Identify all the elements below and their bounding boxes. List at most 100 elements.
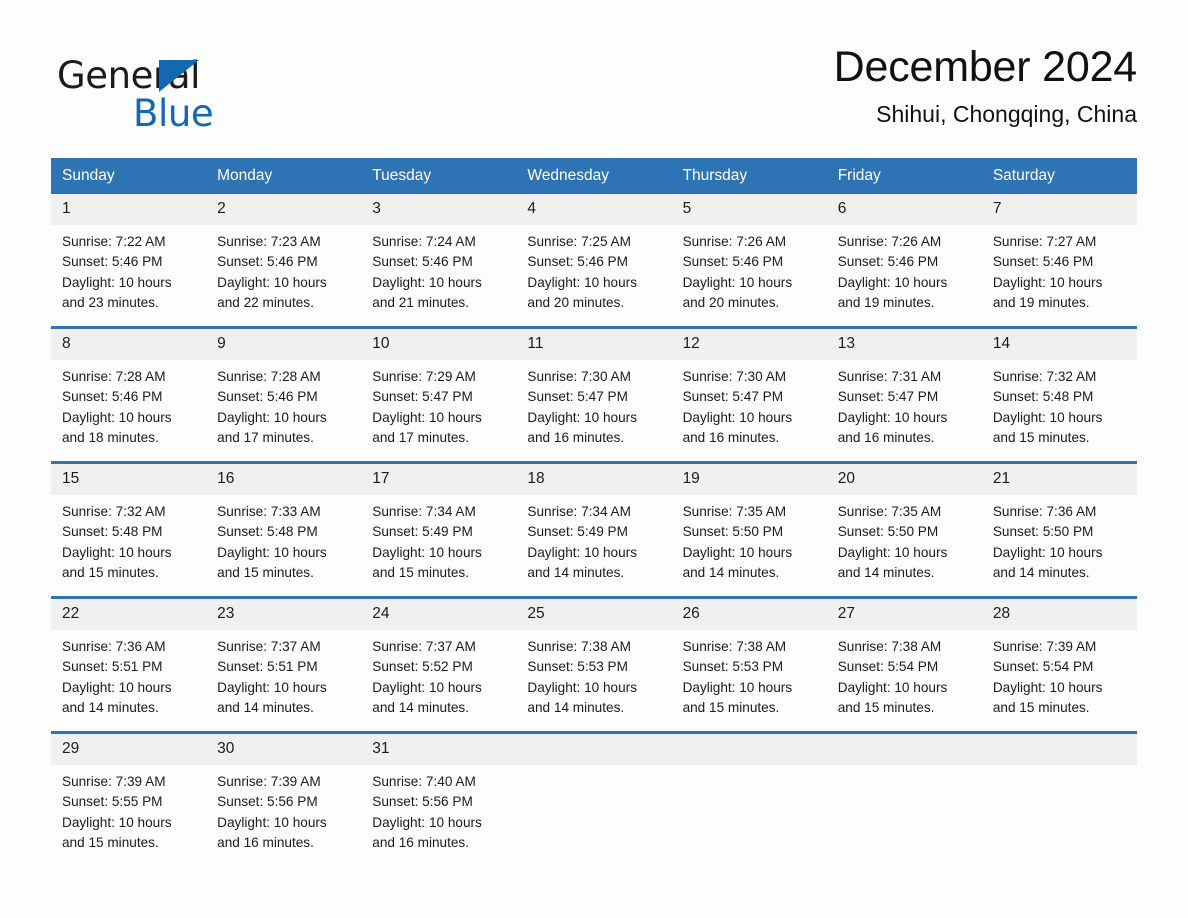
calendar-day-cell[interactable]: 9 Sunrise: 7:28 AM Sunset: 5:46 PM Dayli… [206, 329, 362, 461]
general-blue-logo[interactable]: General Blue [57, 54, 317, 136]
calendar-day-cell[interactable]: 22 Sunrise: 7:36 AM Sunset: 5:51 PM Dayl… [51, 599, 207, 731]
calendar-day-cell[interactable]: 31 Sunrise: 7:40 AM Sunset: 5:56 PM Dayl… [361, 734, 517, 866]
weekday-header-friday: Friday [837, 167, 881, 184]
day-details: Sunrise: 7:32 AM Sunset: 5:48 PM Dayligh… [51, 495, 206, 583]
daylight-text-line2: and 19 minutes. [837, 294, 935, 310]
calendar-day-cell[interactable]: 26 Sunrise: 7:38 AM Sunset: 5:53 PM Dayl… [671, 599, 827, 731]
sunrise-text: Sunrise: 7:39 AM [62, 774, 166, 789]
daylight-text-line1: Daylight: 10 hours [372, 679, 482, 695]
day-details: Sunrise: 7:26 AM Sunset: 5:46 PM Dayligh… [672, 225, 827, 313]
daylight-text-line2: and 21 minutes. [372, 294, 470, 310]
day-number: 11 [516, 329, 672, 360]
sunset-text: Sunset: 5:47 PM [527, 389, 628, 405]
calendar-day-cell[interactable]: 2 Sunrise: 7:23 AM Sunset: 5:46 PM Dayli… [206, 194, 362, 326]
calendar-day-cell[interactable]: 28 Sunrise: 7:39 AM Sunset: 5:54 PM Dayl… [981, 599, 1137, 731]
calendar-day-cell[interactable]: 18 Sunrise: 7:34 AM Sunset: 5:49 PM Dayl… [516, 464, 672, 596]
calendar-day-cell[interactable]: 5 Sunrise: 7:26 AM Sunset: 5:46 PM Dayli… [671, 194, 827, 326]
day-number: 1 [51, 194, 207, 225]
daylight-text-line1: Daylight: 10 hours [837, 679, 948, 695]
calendar-day-cell[interactable]: 17 Sunrise: 7:34 AM Sunset: 5:49 PM Dayl… [361, 464, 517, 596]
calendar-week-row: 15 Sunrise: 7:32 AM Sunset: 5:48 PM Dayl… [51, 461, 1137, 596]
daylight-text-line1: Daylight: 10 hours [682, 679, 793, 695]
calendar-day-cell[interactable]: 16 Sunrise: 7:33 AM Sunset: 5:48 PM Dayl… [206, 464, 362, 596]
calendar-day-cell[interactable]: 12 Sunrise: 7:30 AM Sunset: 5:47 PM Dayl… [671, 329, 827, 461]
daylight-text-line1: Daylight: 10 hours [372, 409, 482, 425]
sunrise-text: Sunrise: 7:36 AM [992, 504, 1097, 519]
day-details: Sunrise: 7:34 AM Sunset: 5:49 PM Dayligh… [516, 495, 671, 583]
weekday-header-monday: Monday [217, 167, 273, 184]
day-number: 14 [981, 329, 1137, 360]
calendar-day-cell[interactable]: 14 Sunrise: 7:32 AM Sunset: 5:48 PM Dayl… [981, 329, 1137, 461]
day-number: 7 [981, 194, 1137, 225]
calendar-day-cell[interactable]: 11 Sunrise: 7:30 AM Sunset: 5:47 PM Dayl… [516, 329, 672, 461]
calendar-day-cell[interactable]: 4 Sunrise: 7:25 AM Sunset: 5:46 PM Dayli… [516, 194, 672, 326]
day-details: Sunrise: 7:38 AM Sunset: 5:53 PM Dayligh… [672, 630, 827, 718]
sunrise-text: Sunrise: 7:38 AM [527, 639, 631, 654]
day-number: 10 [361, 329, 517, 360]
day-details: Sunrise: 7:39 AM Sunset: 5:55 PM Dayligh… [51, 765, 206, 853]
calendar-day-cell[interactable]: 21 Sunrise: 7:36 AM Sunset: 5:50 PM Dayl… [981, 464, 1137, 596]
daylight-text-line1: Daylight: 10 hours [527, 544, 637, 560]
sunrise-text: Sunrise: 7:27 AM [992, 234, 1097, 249]
calendar-day-cell[interactable]: 20 Sunrise: 7:35 AM Sunset: 5:50 PM Dayl… [826, 464, 982, 596]
calendar-day-cell[interactable]: 23 Sunrise: 7:37 AM Sunset: 5:51 PM Dayl… [206, 599, 362, 731]
calendar-day-cell[interactable]: 13 Sunrise: 7:31 AM Sunset: 5:47 PM Dayl… [826, 329, 982, 461]
daylight-text-line1: Daylight: 10 hours [372, 544, 482, 560]
day-number: 8 [51, 329, 207, 360]
day-number: 6 [826, 194, 982, 225]
daylight-text-line2: and 16 minutes. [527, 429, 625, 445]
sunset-text: Sunset: 5:51 PM [217, 659, 318, 675]
day-number: 30 [206, 734, 362, 765]
day-number: 29 [51, 734, 207, 765]
sunset-text: Sunset: 5:53 PM [527, 659, 628, 675]
daylight-text-line2: and 15 minutes. [62, 564, 159, 580]
daylight-text-line1: Daylight: 10 hours [217, 544, 327, 560]
calendar-day-cell[interactable]: 10 Sunrise: 7:29 AM Sunset: 5:47 PM Dayl… [361, 329, 517, 461]
calendar-week-row: 1 Sunrise: 7:22 AM Sunset: 5:46 PM Dayli… [51, 194, 1137, 326]
sunrise-text: Sunrise: 7:30 AM [682, 369, 787, 384]
day-details: Sunrise: 7:27 AM Sunset: 5:46 PM Dayligh… [982, 225, 1137, 313]
sunrise-text: Sunrise: 7:38 AM [837, 639, 942, 654]
day-details: Sunrise: 7:28 AM Sunset: 5:46 PM Dayligh… [51, 360, 206, 448]
daylight-text-line2: and 19 minutes. [992, 294, 1090, 310]
calendar-day-cell[interactable]: 29 Sunrise: 7:39 AM Sunset: 5:55 PM Dayl… [51, 734, 207, 866]
sunrise-text: Sunrise: 7:34 AM [527, 504, 631, 519]
calendar-day-cell[interactable]: 6 Sunrise: 7:26 AM Sunset: 5:46 PM Dayli… [826, 194, 982, 326]
sunset-text: Sunset: 5:53 PM [682, 659, 784, 675]
calendar-day-cell[interactable]: 7 Sunrise: 7:27 AM Sunset: 5:46 PM Dayli… [981, 194, 1137, 326]
day-number: 28 [981, 599, 1137, 630]
calendar-day-cell[interactable]: 3 Sunrise: 7:24 AM Sunset: 5:46 PM Dayli… [361, 194, 517, 326]
daylight-text-line1: Daylight: 10 hours [992, 274, 1103, 290]
calendar-day-cell[interactable]: 27 Sunrise: 7:38 AM Sunset: 5:54 PM Dayl… [826, 599, 982, 731]
calendar-day-cell[interactable]: 24 Sunrise: 7:37 AM Sunset: 5:52 PM Dayl… [361, 599, 517, 731]
sunrise-text: Sunrise: 7:37 AM [217, 639, 321, 654]
sunrise-text: Sunrise: 7:28 AM [62, 369, 166, 384]
sunset-text: Sunset: 5:50 PM [837, 524, 939, 540]
sunset-text: Sunset: 5:48 PM [992, 389, 1094, 405]
sunset-text: Sunset: 5:46 PM [372, 254, 473, 270]
calendar-day-cell[interactable]: 30 Sunrise: 7:39 AM Sunset: 5:56 PM Dayl… [206, 734, 362, 866]
sunrise-text: Sunrise: 7:28 AM [217, 369, 321, 384]
sunrise-text: Sunrise: 7:33 AM [217, 504, 321, 519]
day-number: 18 [516, 464, 672, 495]
sunset-text: Sunset: 5:46 PM [217, 389, 318, 405]
calendar-day-cell[interactable]: 1 Sunrise: 7:22 AM Sunset: 5:46 PM Dayli… [51, 194, 207, 326]
calendar-day-cell[interactable]: 8 Sunrise: 7:28 AM Sunset: 5:46 PM Dayli… [51, 329, 207, 461]
daylight-text-line2: and 20 minutes. [682, 294, 780, 310]
sunset-text: Sunset: 5:47 PM [837, 389, 939, 405]
day-number: 2 [206, 194, 362, 225]
weekday-header-tuesday: Tuesday [372, 167, 432, 184]
day-details: Sunrise: 7:23 AM Sunset: 5:46 PM Dayligh… [206, 225, 361, 313]
day-number [516, 734, 672, 765]
calendar-day-cell[interactable]: 15 Sunrise: 7:32 AM Sunset: 5:48 PM Dayl… [51, 464, 207, 596]
daylight-text-line2: and 14 minutes. [372, 699, 470, 715]
day-details: Sunrise: 7:30 AM Sunset: 5:47 PM Dayligh… [516, 360, 671, 448]
page-title: December 2024 [833, 43, 1138, 91]
daylight-text-line1: Daylight: 10 hours [217, 814, 327, 830]
sunset-text: Sunset: 5:46 PM [837, 254, 939, 270]
calendar-day-cell[interactable]: 19 Sunrise: 7:35 AM Sunset: 5:50 PM Dayl… [671, 464, 827, 596]
daylight-text-line1: Daylight: 10 hours [62, 274, 172, 290]
calendar-day-cell[interactable]: 25 Sunrise: 7:38 AM Sunset: 5:53 PM Dayl… [516, 599, 672, 731]
sunset-text: Sunset: 5:46 PM [992, 254, 1094, 270]
day-number: 19 [671, 464, 827, 495]
